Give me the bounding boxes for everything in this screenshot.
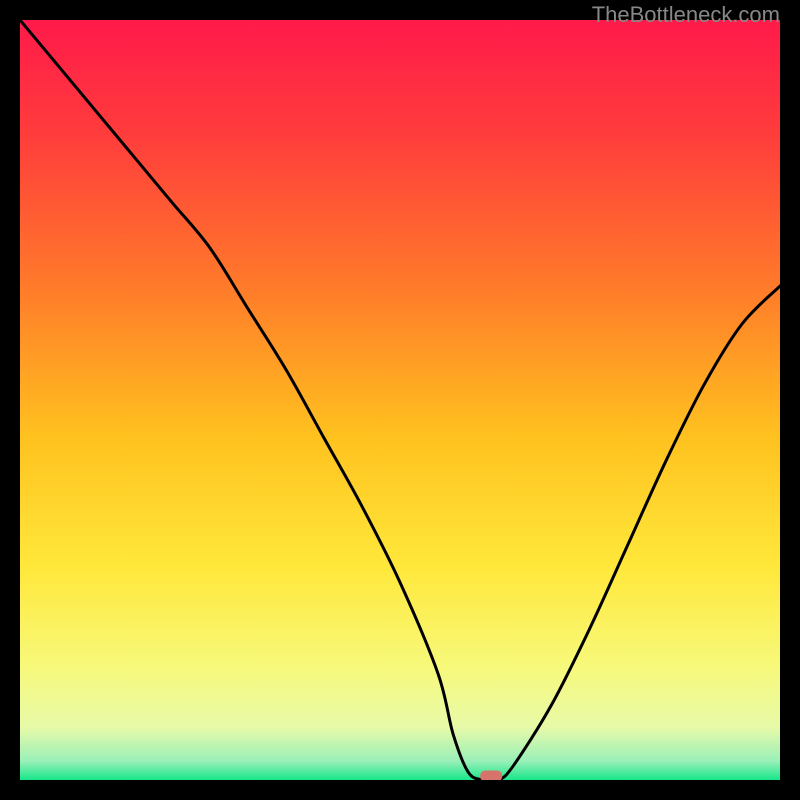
chart-svg xyxy=(20,20,780,780)
chart-container: { "watermark": "TheBottleneck.com", "cha… xyxy=(0,0,800,800)
plot-area xyxy=(20,20,780,780)
gradient-background xyxy=(20,20,780,780)
watermark-text: TheBottleneck.com xyxy=(592,2,780,28)
optimal-marker xyxy=(480,770,502,780)
